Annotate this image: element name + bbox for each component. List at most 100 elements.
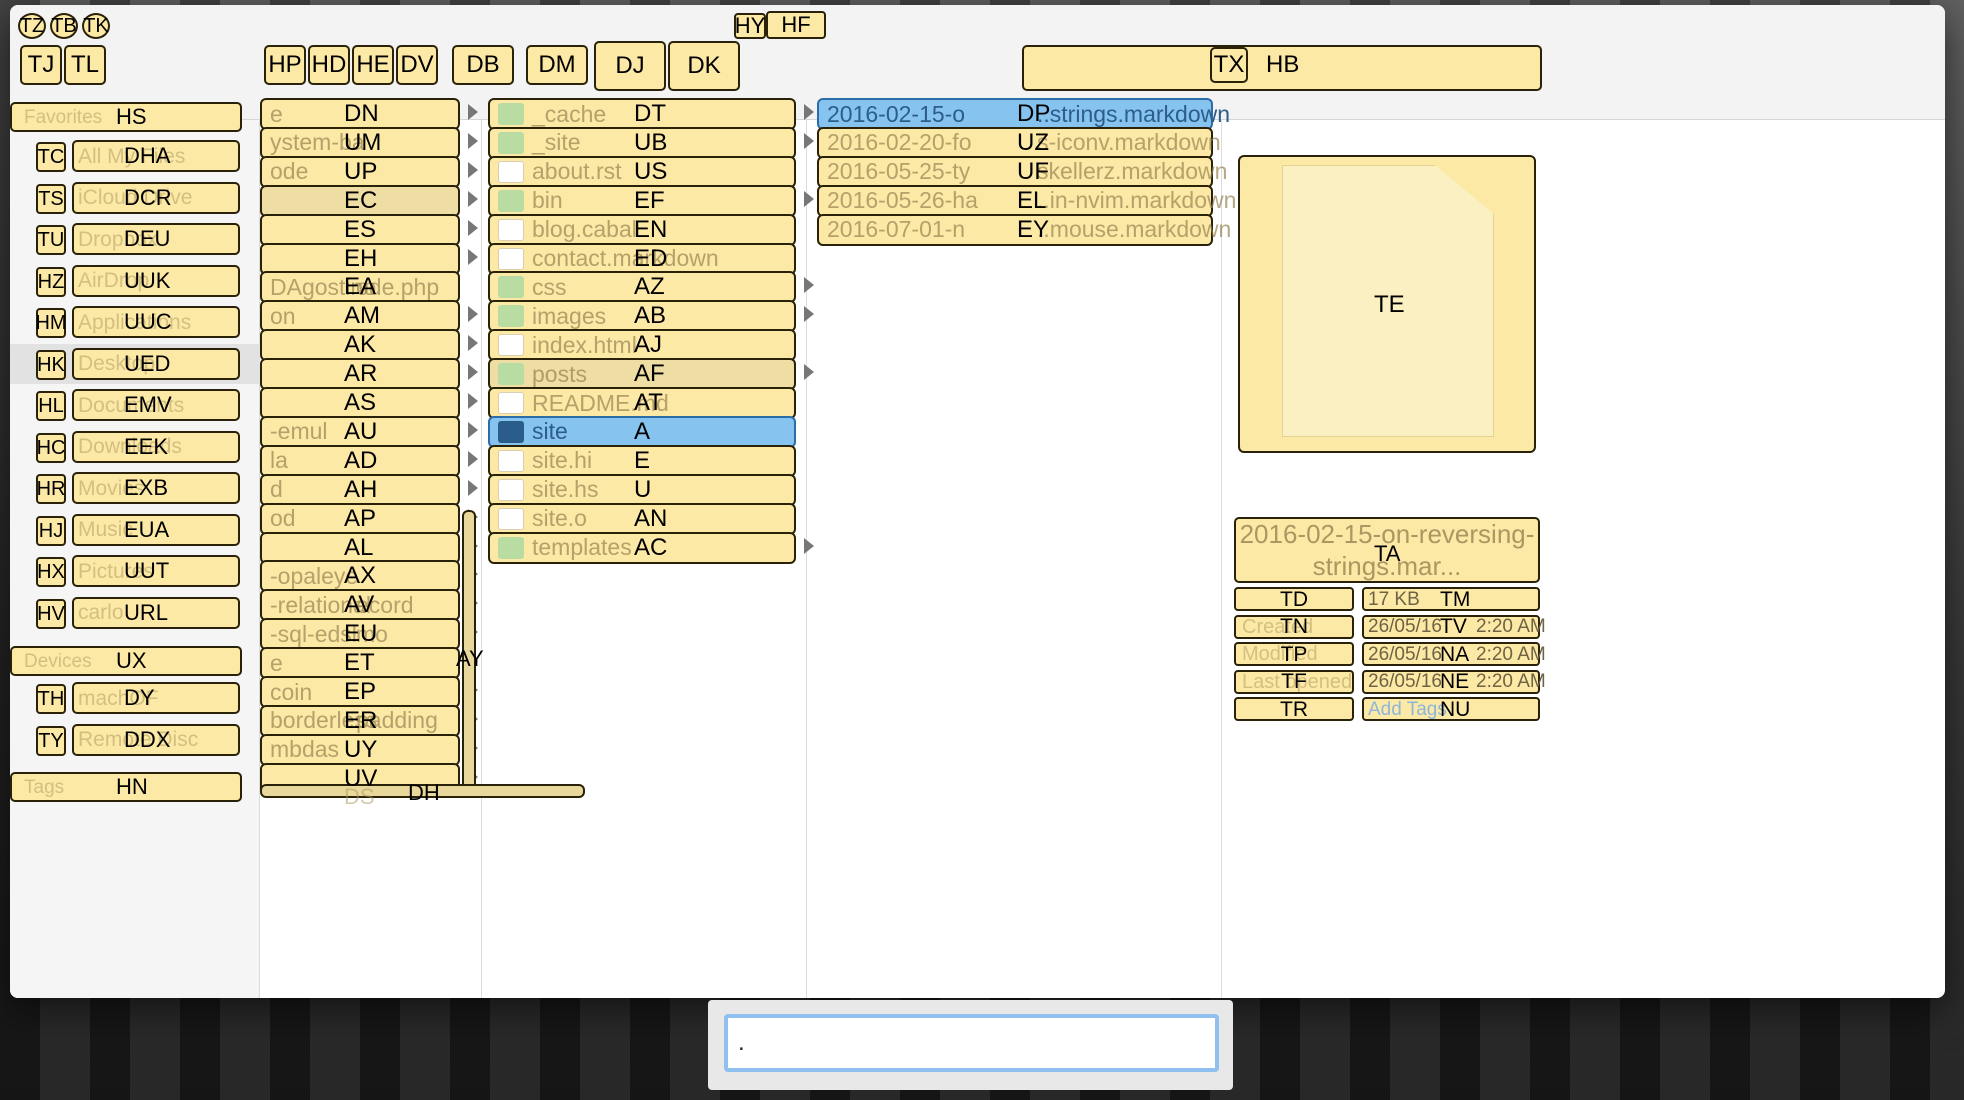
arrange-button[interactable]: DB xyxy=(452,45,514,85)
info-value-box: 17 KB TM xyxy=(1362,587,1540,611)
file-icon xyxy=(498,392,524,414)
file-icon xyxy=(498,247,524,270)
column3-row-label: 2016-05-25-ty xyxy=(827,158,971,185)
column2-row-label: _cache xyxy=(532,100,607,127)
sidebar-item-all-my-files[interactable]: TC All My Files DHA xyxy=(10,136,260,176)
search-hint2: HB xyxy=(1266,51,1300,78)
sidebar-item-key: DCR xyxy=(124,184,172,210)
minimize-button[interactable]: TB xyxy=(50,13,78,39)
folder-icon xyxy=(498,103,524,125)
back-button[interactable]: TJ xyxy=(20,45,62,85)
view-gallery-button[interactable]: DV xyxy=(396,45,438,85)
info-value-suffix: 2:20 AM xyxy=(1476,671,1546,692)
sidebar-item-key: DHA xyxy=(124,143,171,168)
sidebar-item-pictures[interactable]: HX Pictures UUT xyxy=(10,551,260,591)
column2-row-label: site xyxy=(532,418,568,445)
column2-row-key: ED xyxy=(634,244,668,272)
column1-row-key: EP xyxy=(344,678,377,705)
favorites-header-key: HS xyxy=(116,104,147,129)
devices-header-label: Devices xyxy=(24,650,92,672)
sidebar-item-box: iCloud Drive DCR xyxy=(72,181,240,214)
sidebar-item-box: Remote Disc DDX xyxy=(72,723,240,756)
column3-row-label: 2016-02-15-o xyxy=(827,100,966,127)
disclosure-arrow-icon xyxy=(468,190,478,207)
preview-name-key: TA xyxy=(1374,541,1401,566)
sidebar-item-icon: HJ xyxy=(36,515,66,546)
sidebar-item-icon: HL xyxy=(36,391,66,421)
view-columns-button[interactable]: HE xyxy=(352,45,394,85)
column1-row-key: UY xyxy=(344,735,378,763)
sidebar-item-remote-disc[interactable]: TY Remote Disc DDX xyxy=(10,720,260,760)
column1-row-key: ER xyxy=(344,706,378,734)
disclosure-arrow-icon xyxy=(468,104,478,120)
column2-row-key: EN xyxy=(634,215,668,243)
info-value: 26/05/16 xyxy=(1368,616,1442,637)
column1-row-key: ET xyxy=(344,649,375,677)
sidebar-item-machof[interactable]: TH machOF DY xyxy=(10,678,260,718)
column1-row-key: EC xyxy=(344,186,378,214)
column2-row-key: AZ xyxy=(634,273,665,301)
column3-row-label: 2016-02-20-fo xyxy=(827,129,972,156)
zoom-button[interactable]: TK xyxy=(82,13,110,39)
share-button[interactable]: DJ xyxy=(594,41,666,91)
column1-row[interactable]: borderless padding ER xyxy=(260,703,478,739)
title-hint[interactable]: HY xyxy=(734,13,766,39)
find-input[interactable]: . xyxy=(724,1014,1219,1072)
sidebar-item-icloud-drive[interactable]: TS iCloud Drive DCR xyxy=(10,178,260,218)
file-icon xyxy=(498,160,524,183)
file-icon xyxy=(498,478,524,501)
sidebar-item-icon: HK xyxy=(36,349,66,380)
column3-row-suffix: ..strings.markdown xyxy=(1037,100,1231,127)
column3-row-key: UZ xyxy=(1017,128,1049,156)
column1-row-key: AX xyxy=(344,562,377,590)
disclosure-arrow-icon xyxy=(468,393,478,409)
sidebar: Favorites HS TC All My Files DHA TS iCloud Dri… xyxy=(10,102,260,998)
sidebar-item-dropbox[interactable]: TU Dropbox DEU xyxy=(10,219,260,259)
sidebar-item-box: machOF DY xyxy=(72,682,240,714)
column2-row-key: AT xyxy=(634,389,663,416)
column1-row-key: UV xyxy=(344,764,378,792)
sidebar-item-movies[interactable]: HR Movies EXB xyxy=(10,468,260,508)
column2-row-label: css xyxy=(532,273,567,300)
sidebar-item-music[interactable]: HJ Music EUA xyxy=(10,510,260,550)
column2-row-key: AJ xyxy=(634,331,663,359)
file-icon xyxy=(498,507,524,530)
sidebar-item-downloads[interactable]: HC Downloads EEK xyxy=(10,427,260,467)
column1-row-label: d xyxy=(270,476,283,503)
action-button[interactable]: DM xyxy=(526,45,588,85)
column1-row[interactable]: DAgostino ode.php EA xyxy=(260,269,460,305)
disclosure-arrow-icon xyxy=(468,306,478,323)
column2-row-key: DT xyxy=(634,100,666,127)
column3-row-key: EL xyxy=(1017,186,1047,214)
column2-row-label: site.hi xyxy=(532,447,593,474)
sidebar-item-airdrop[interactable]: HZ AirDrop UUK xyxy=(10,261,260,301)
favorites-header-label: Favorites xyxy=(24,106,103,128)
sidebar-item-applications[interactable]: HM Applications UUC xyxy=(10,302,260,342)
info-value-box[interactable]: Add Tags NU xyxy=(1362,697,1540,721)
column2-row[interactable]: templates AC xyxy=(488,530,814,566)
column3-row[interactable]: 2016-07-01-n ..mouse.markdown EY xyxy=(817,212,1231,248)
info-key: TF xyxy=(1281,670,1307,693)
column1-row-label: ode xyxy=(270,158,309,185)
edit-tags-button[interactable]: DK xyxy=(668,41,740,91)
sidebar-item-desktop[interactable]: HK Desktop UED xyxy=(10,343,260,384)
column1-row-key: AK xyxy=(344,331,377,359)
column-posts: 2016-02-15-o ..strings.markdown DP 2016-02-… xyxy=(807,98,1236,998)
sidebar-item-icon: HR xyxy=(36,474,66,504)
column2-row-label: index.html xyxy=(532,331,637,358)
view-icons-button[interactable]: HP xyxy=(264,45,306,85)
sidebar-item-key: UUK xyxy=(124,267,171,293)
title-hint2[interactable]: HF xyxy=(766,11,826,39)
close-button[interactable]: TZ xyxy=(18,13,46,39)
sidebar-item-box: AirDrop UUK xyxy=(72,264,240,297)
sidebar-item-carlo[interactable]: HV carlo URL xyxy=(10,593,260,633)
search-hint[interactable]: TX xyxy=(1210,47,1248,83)
column1-row-label: -sql-edsl xyxy=(270,620,357,647)
info-value-suffix: 2:20 AM xyxy=(1476,643,1546,665)
sidebar-item-icon: HX xyxy=(36,557,66,587)
forward-button[interactable]: TL xyxy=(64,45,106,85)
column2-row-label: site.hs xyxy=(532,476,599,503)
column1-row-key: EH xyxy=(344,244,378,272)
sidebar-item-documents[interactable]: HL Documents EMV xyxy=(10,385,260,425)
view-list-button[interactable]: HD xyxy=(308,45,350,85)
